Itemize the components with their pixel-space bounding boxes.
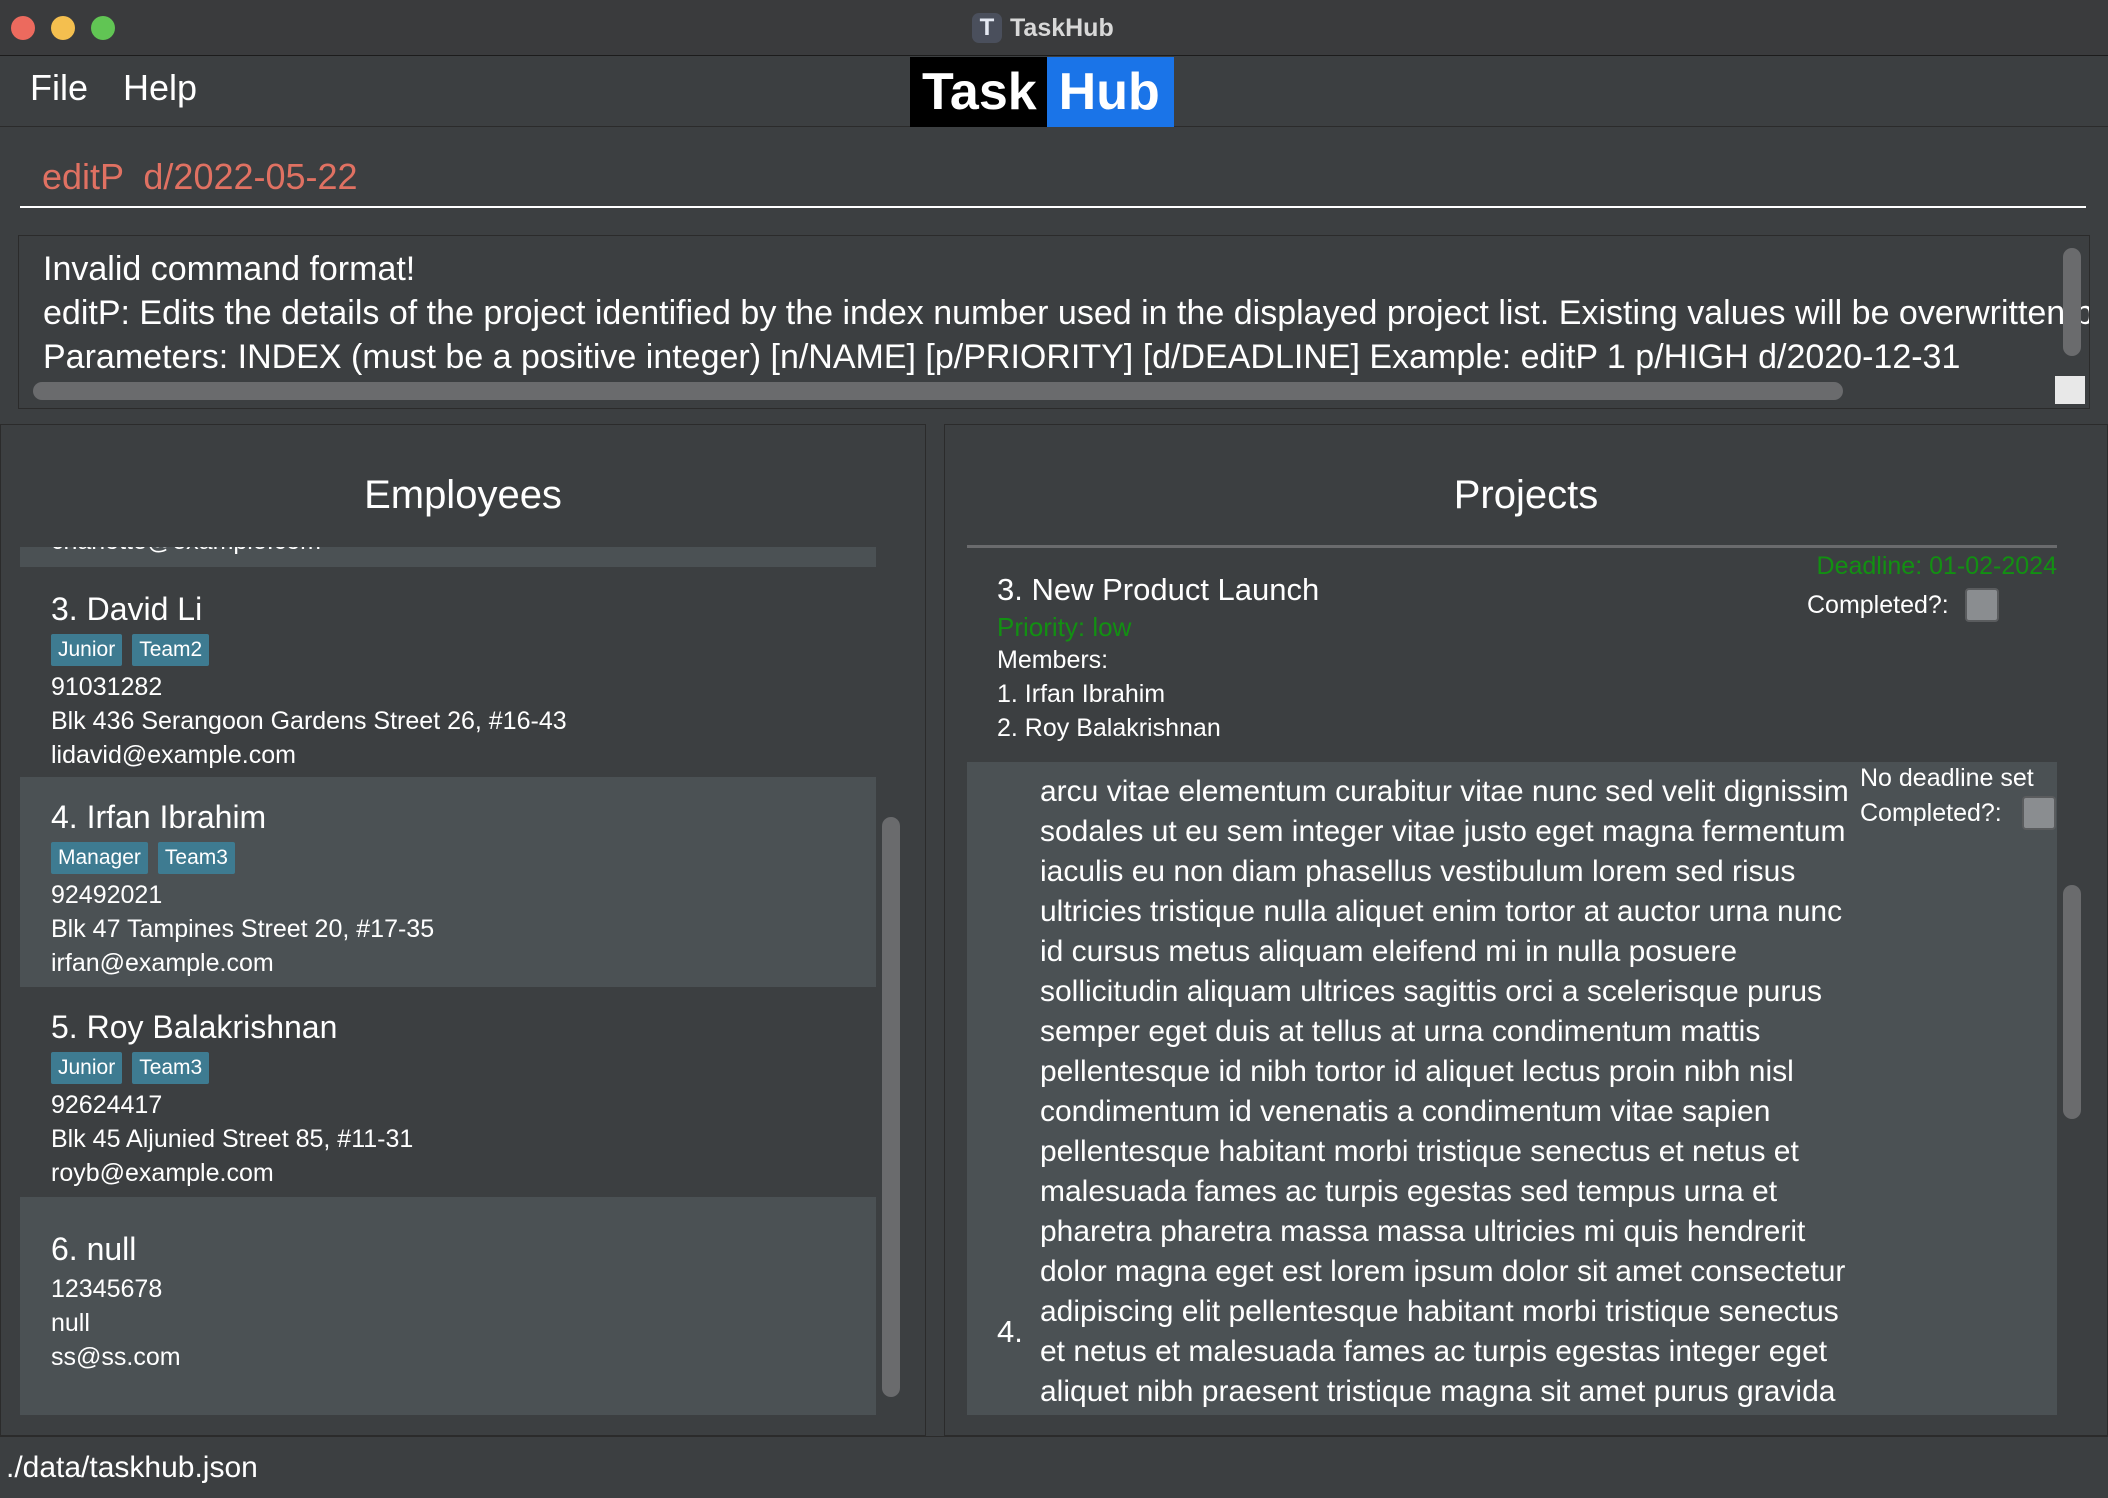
employee-phone: 92624417	[51, 1091, 163, 1119]
result-line-2: editP: Edits the details of the project …	[43, 294, 2090, 332]
employee-address: null	[51, 1309, 90, 1337]
project-card[interactable]: Deadline: 01-02-2024 3. New Product Laun…	[967, 548, 2057, 762]
result-vertical-scrollbar[interactable]	[2063, 248, 2081, 356]
employee-address: Blk 47 Tampines Street 20, #17-35	[51, 915, 435, 943]
employee-phone: 92492021	[51, 881, 163, 909]
employee-tags: Manager Team3	[51, 842, 876, 874]
projects-title: Projects	[1453, 473, 1599, 517]
result-display: Invalid command format! editP: Edits the…	[18, 235, 2090, 409]
project-deadline: No deadline set	[1860, 764, 2034, 792]
employee-tags: Junior Team3	[51, 1052, 876, 1084]
completed-checkbox[interactable]	[1964, 588, 1999, 622]
taskhub-logo: Task Hub	[910, 57, 1174, 127]
menu-help[interactable]: Help	[123, 67, 197, 109]
project-card[interactable]: 4. arcu vitae elementum curabitur vitae …	[967, 762, 2057, 1415]
employee-name: 4. Irfan Ibrahim	[51, 799, 267, 835]
title-bar: T TaskHub	[0, 0, 2108, 56]
status-bar: ./data/taskhub.json	[0, 1436, 2108, 1498]
project-member: 2. Roy Balakrishnan	[997, 714, 1221, 742]
maximize-window-button[interactable]	[91, 16, 115, 40]
employee-name: 3. David Li	[51, 591, 203, 627]
logo-task-text: Task	[910, 57, 1047, 127]
employee-card[interactable]: 5. Roy Balakrishnan Junior Team3 9262441…	[20, 987, 876, 1197]
employee-tag: Junior	[51, 1052, 123, 1084]
scroll-corner	[2055, 376, 2085, 404]
result-line-3: Parameters: INDEX (must be a positive in…	[43, 338, 1961, 376]
employee-tag: Manager	[51, 842, 148, 874]
minimize-window-button[interactable]	[51, 16, 75, 40]
result-horizontal-scrollbar[interactable]	[33, 382, 1843, 400]
employee-name: 6. null	[51, 1231, 137, 1267]
project-completed-group: Completed?:	[1860, 796, 2056, 830]
project-name: arcu vitae elementum curabitur vitae nun…	[1040, 775, 1849, 1408]
employee-list-scrollbar[interactable]	[882, 817, 900, 1397]
employees-panel: Employees charlotte@example.com 3. David…	[0, 424, 926, 1436]
logo-hub-text: Hub	[1046, 57, 1174, 127]
project-list[interactable]: Deadline: 01-02-2024 3. New Product Laun…	[967, 545, 2057, 1415]
employee-email: irfan@example.com	[51, 949, 274, 977]
completed-checkbox[interactable]	[2021, 796, 2056, 830]
employees-title: Employees	[364, 473, 562, 517]
menu-bar: File Help Task Hub	[0, 57, 2108, 127]
employee-email: royb@example.com	[51, 1159, 274, 1187]
employee-address: Blk 45 Aljunied Street 85, #11-31	[51, 1125, 414, 1153]
employee-phone: 12345678	[51, 1275, 163, 1303]
employee-card[interactable]: 4. Irfan Ibrahim Manager Team3 92492021 …	[20, 777, 876, 987]
employee-list[interactable]: charlotte@example.com 3. David Li Junior…	[20, 547, 876, 1415]
employee-card-partial[interactable]: charlotte@example.com	[20, 547, 876, 567]
employee-tags: Junior Team2	[51, 634, 876, 666]
employee-tag: Team2	[132, 634, 210, 666]
employee-tag: Team3	[157, 842, 235, 874]
project-completed-group: Completed?:	[1807, 588, 1999, 622]
command-box	[0, 128, 2108, 224]
employee-email: charlotte@example.com	[51, 547, 876, 567]
project-priority: Priority: low	[997, 612, 1132, 642]
employee-phone: 91031282	[51, 673, 163, 701]
completed-label: Completed?:	[1807, 590, 1949, 619]
project-members-label: Members:	[997, 646, 1109, 674]
project-name: 3. New Product Launch	[997, 572, 1320, 607]
window-title-group: T TaskHub	[972, 10, 1114, 46]
close-window-button[interactable]	[11, 16, 35, 40]
project-list-scrollbar[interactable]	[2063, 885, 2081, 1119]
employee-email: lidavid@example.com	[51, 741, 296, 769]
save-file-path: ./data/taskhub.json	[6, 1451, 258, 1484]
employee-name: 5. Roy Balakrishnan	[51, 1009, 338, 1045]
app-icon: T	[972, 13, 1002, 43]
employee-address: Blk 436 Serangoon Gardens Street 26, #16…	[51, 707, 567, 735]
menu-file[interactable]: File	[30, 67, 88, 109]
window-title: TaskHub	[1010, 13, 1114, 42]
employee-card[interactable]: 3. David Li Junior Team2 91031282 Blk 43…	[20, 567, 876, 777]
employee-email: ss@ss.com	[51, 1343, 181, 1371]
command-input[interactable]	[20, 148, 2086, 208]
project-deadline: Deadline: 01-02-2024	[1816, 552, 2057, 580]
completed-label: Completed?:	[1860, 798, 2002, 827]
project-index: 4.	[997, 1314, 1023, 1349]
projects-panel: Projects Deadline: 01-02-2024 3. New Pro…	[944, 424, 2108, 1436]
project-member: 1. Irfan Ibrahim	[997, 680, 1166, 708]
employee-card[interactable]: 6. null 12345678 null ss@ss.com	[20, 1197, 876, 1415]
employee-tag: Team3	[132, 1052, 210, 1084]
result-line-1: Invalid command format!	[43, 250, 416, 288]
employee-tag: Junior	[51, 634, 123, 666]
